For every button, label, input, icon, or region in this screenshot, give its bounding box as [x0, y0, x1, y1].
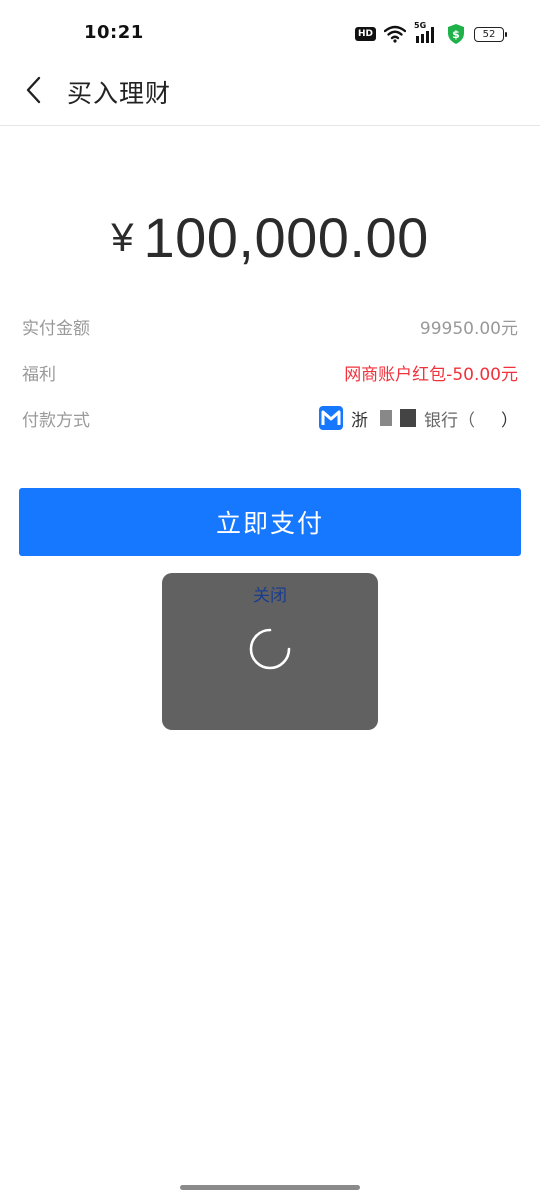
- close-link[interactable]: 关闭: [162, 581, 378, 606]
- nav-header: 买入理财: [0, 68, 540, 126]
- pay-now-button[interactable]: 立即支付: [19, 488, 521, 556]
- security-shield-icon: $: [448, 24, 464, 44]
- buy-wealth-screen: 10:21 HD 5G $ 52 买入理财 ¥ 100,000.00 实付金额 …: [0, 0, 540, 1200]
- cellular-signal-icon: 5G: [414, 21, 438, 44]
- mybank-logo-icon: [319, 406, 343, 430]
- pay-method-label: 付款方式: [22, 410, 90, 431]
- loading-toast: 关闭: [162, 573, 378, 730]
- pay-method-row[interactable]: 付款方式 浙 银行（ ）: [22, 403, 518, 433]
- currency-symbol: ¥: [111, 216, 134, 260]
- wifi-icon: [384, 25, 406, 43]
- redacted-mask: [400, 409, 416, 427]
- pay-method-bank-partial: 银行（: [424, 410, 475, 431]
- actual-pay-row: 实付金额 99950.00元: [22, 311, 518, 341]
- redacted-mask: [380, 410, 392, 426]
- benefit-row: 福利 网商账户红包-50.00元: [22, 357, 518, 387]
- amount-value: 100,000.00: [143, 206, 429, 269]
- page-title: 买入理财: [67, 79, 172, 108]
- purchase-amount: ¥100,000.00: [0, 205, 540, 270]
- status-bar: 10:21 HD 5G $ 52: [0, 0, 540, 68]
- hd-icon: HD: [354, 27, 376, 41]
- loading-spinner-icon: [249, 628, 291, 670]
- pay-method-selector[interactable]: 浙 银行（ ）: [319, 406, 518, 431]
- pay-method-bank-start: 浙: [351, 410, 368, 431]
- actual-pay-value: 99950.00元: [419, 318, 518, 339]
- actual-pay-label: 实付金额: [22, 318, 90, 339]
- back-arrow-icon: [26, 76, 41, 104]
- benefit-value: 网商账户红包-50.00元: [344, 364, 518, 385]
- status-time: 10:21: [84, 22, 144, 43]
- status-icons: HD 5G $ 52: [354, 21, 507, 46]
- benefit-label: 福利: [22, 364, 56, 385]
- back-button[interactable]: [16, 72, 52, 108]
- pay-method-bank-end: ）: [501, 410, 518, 431]
- svg-text:$: $: [452, 28, 460, 41]
- home-indicator[interactable]: [180, 1185, 360, 1190]
- battery-icon: 52: [474, 26, 507, 42]
